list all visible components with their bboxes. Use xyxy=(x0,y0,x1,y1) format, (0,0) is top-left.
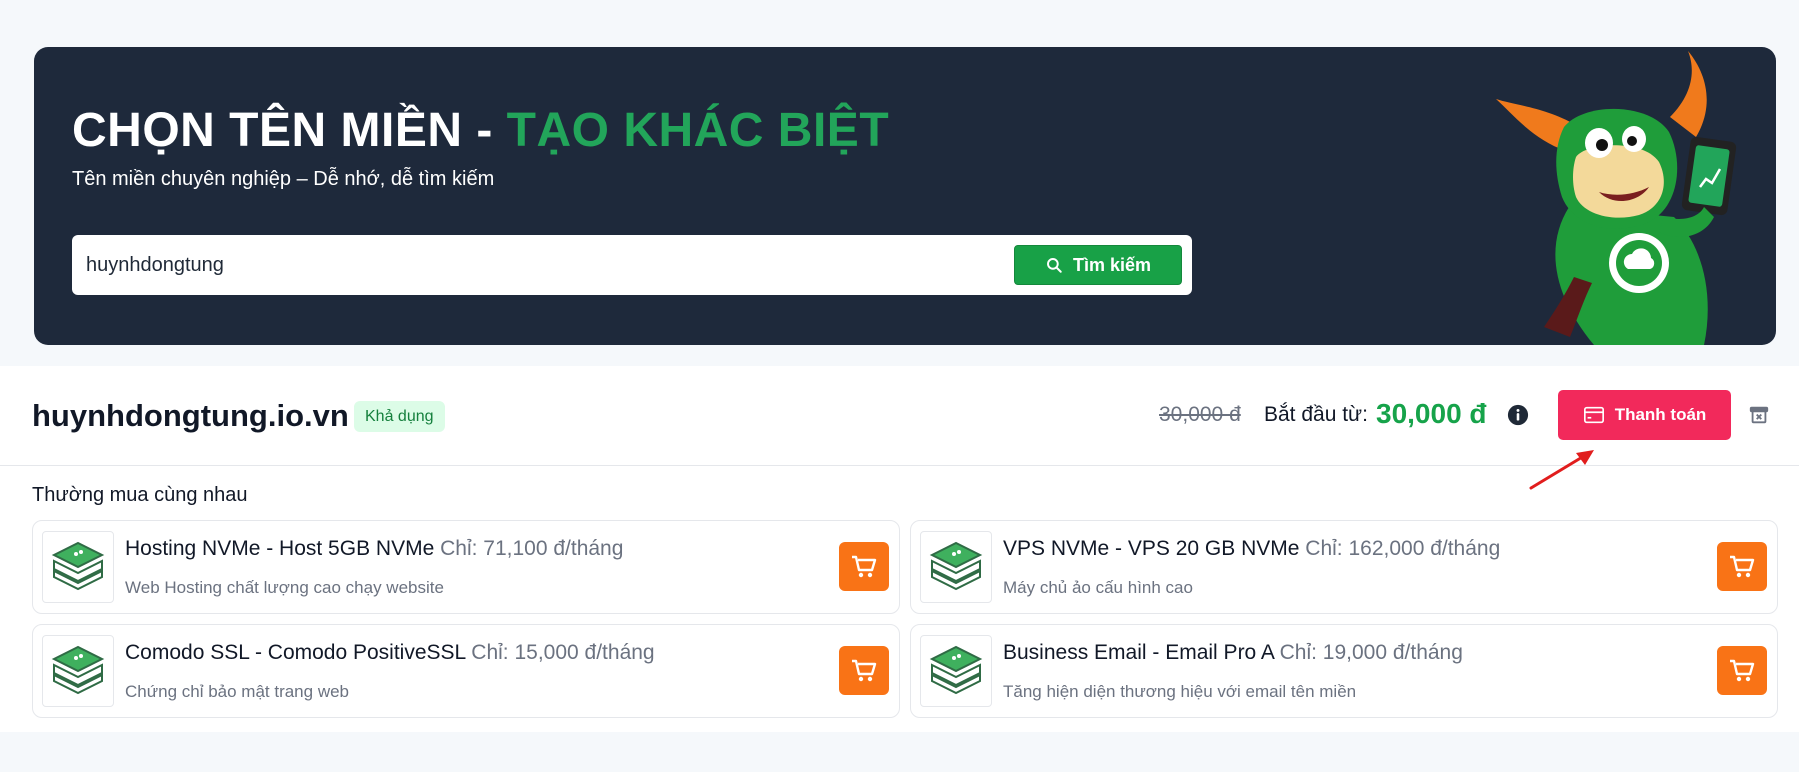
product-price: Chỉ: 19,000 đ/tháng xyxy=(1279,641,1463,664)
product-name: VPS NVMe - VPS 20 GB NVMe xyxy=(1003,537,1300,560)
search-button-label: Tìm kiếm xyxy=(1072,254,1152,275)
product-description: Máy chủ ảo cấu hình cao xyxy=(1003,578,1193,597)
product-description: Web Hosting chất lượng cao chạy website xyxy=(125,578,444,597)
hero-subtitle: Tên miền chuyên nghiệp – Dễ nhớ, dễ tìm … xyxy=(72,168,495,190)
product-thumbnail xyxy=(42,635,114,707)
info-icon[interactable] xyxy=(1507,404,1529,426)
domain-search-input[interactable] xyxy=(86,235,946,295)
product-title: Hosting NVMe - Host 5GB NVMe Chỉ: 71,100… xyxy=(125,537,623,561)
add-to-cart-button[interactable] xyxy=(1717,646,1767,695)
bundle-card-ssl: Comodo SSL - Comodo PositiveSSL Chỉ: 15,… xyxy=(32,624,900,718)
bundle-card-hosting: Hosting NVMe - Host 5GB NVMe Chỉ: 71,100… xyxy=(32,520,900,614)
product-name: Comodo SSL - Comodo PositiveSSL xyxy=(125,641,466,664)
product-title: Comodo SSL - Comodo PositiveSSL Chỉ: 15,… xyxy=(125,641,655,665)
cart-icon xyxy=(852,659,877,681)
availability-badge: Khả dụng xyxy=(354,401,445,432)
product-description: Tăng hiện diện thương hiệu với email tên… xyxy=(1003,682,1357,701)
search-box: Tìm kiếm xyxy=(72,235,1192,295)
add-to-cart-button[interactable] xyxy=(839,646,889,695)
server-box-icon xyxy=(51,645,105,695)
domain-name: huynhdongtung.io.vn xyxy=(32,398,349,433)
product-description: Chứng chỉ bảo mật trang web xyxy=(125,682,350,701)
search-icon xyxy=(1047,258,1062,273)
domain-result-panel: huynhdongtung.io.vn Khả dụng 30,000 đ Bắ… xyxy=(0,366,1799,732)
add-to-cart-button[interactable] xyxy=(839,542,889,591)
hero-title: CHỌN TÊN MIỀN - TẠO KHÁC BIỆT xyxy=(72,103,889,158)
credit-card-icon xyxy=(1583,406,1604,424)
red-arrow-annotation xyxy=(1529,450,1594,490)
product-title: Business Email - Email Pro A Chỉ: 19,000… xyxy=(1003,641,1463,665)
hero-title-accent: TẠO KHÁC BIỆT xyxy=(506,104,890,157)
domain-search-hero: CHỌN TÊN MIỀN - TẠO KHÁC BIỆT Tên miền c… xyxy=(34,47,1776,345)
checkout-button-label: Thanh toán xyxy=(1614,405,1707,424)
price-label: Bắt đầu từ: xyxy=(1264,403,1368,426)
product-price: Chỉ: 71,100 đ/tháng xyxy=(440,537,624,560)
add-to-cart-button[interactable] xyxy=(1717,542,1767,591)
hero-title-main: CHỌN TÊN MIỀN - xyxy=(72,104,507,157)
old-price: 30,000 đ xyxy=(1159,403,1241,426)
server-box-icon xyxy=(929,541,983,591)
bundle-section-title: Thường mua cùng nhau xyxy=(32,484,248,506)
product-title: VPS NVMe - VPS 20 GB NVMe Chỉ: 162,000 đ… xyxy=(1003,537,1500,561)
mascot-illustration xyxy=(1496,51,1737,345)
product-price: Chỉ: 15,000 đ/tháng xyxy=(471,641,655,664)
price-value: 30,000 đ xyxy=(1376,398,1487,429)
product-thumbnail xyxy=(42,531,114,603)
product-name: Business Email - Email Pro A xyxy=(1003,641,1274,664)
cart-icon xyxy=(1730,555,1755,577)
search-button[interactable]: Tìm kiếm xyxy=(1014,245,1182,285)
bundle-card-email: Business Email - Email Pro A Chỉ: 19,000… xyxy=(910,624,1778,718)
product-thumbnail xyxy=(920,531,992,603)
checkout-button[interactable]: Thanh toán xyxy=(1558,390,1731,440)
server-box-icon xyxy=(51,541,105,591)
product-thumbnail xyxy=(920,635,992,707)
product-name: Hosting NVMe - Host 5GB NVMe xyxy=(125,537,435,560)
server-box-icon xyxy=(929,645,983,695)
cart-icon xyxy=(852,555,877,577)
bundle-card-vps: VPS NVMe - VPS 20 GB NVMe Chỉ: 162,000 đ… xyxy=(910,520,1778,614)
product-price: Chỉ: 162,000 đ/tháng xyxy=(1305,537,1501,560)
archive-icon[interactable] xyxy=(1748,404,1770,426)
cart-icon xyxy=(1730,659,1755,681)
